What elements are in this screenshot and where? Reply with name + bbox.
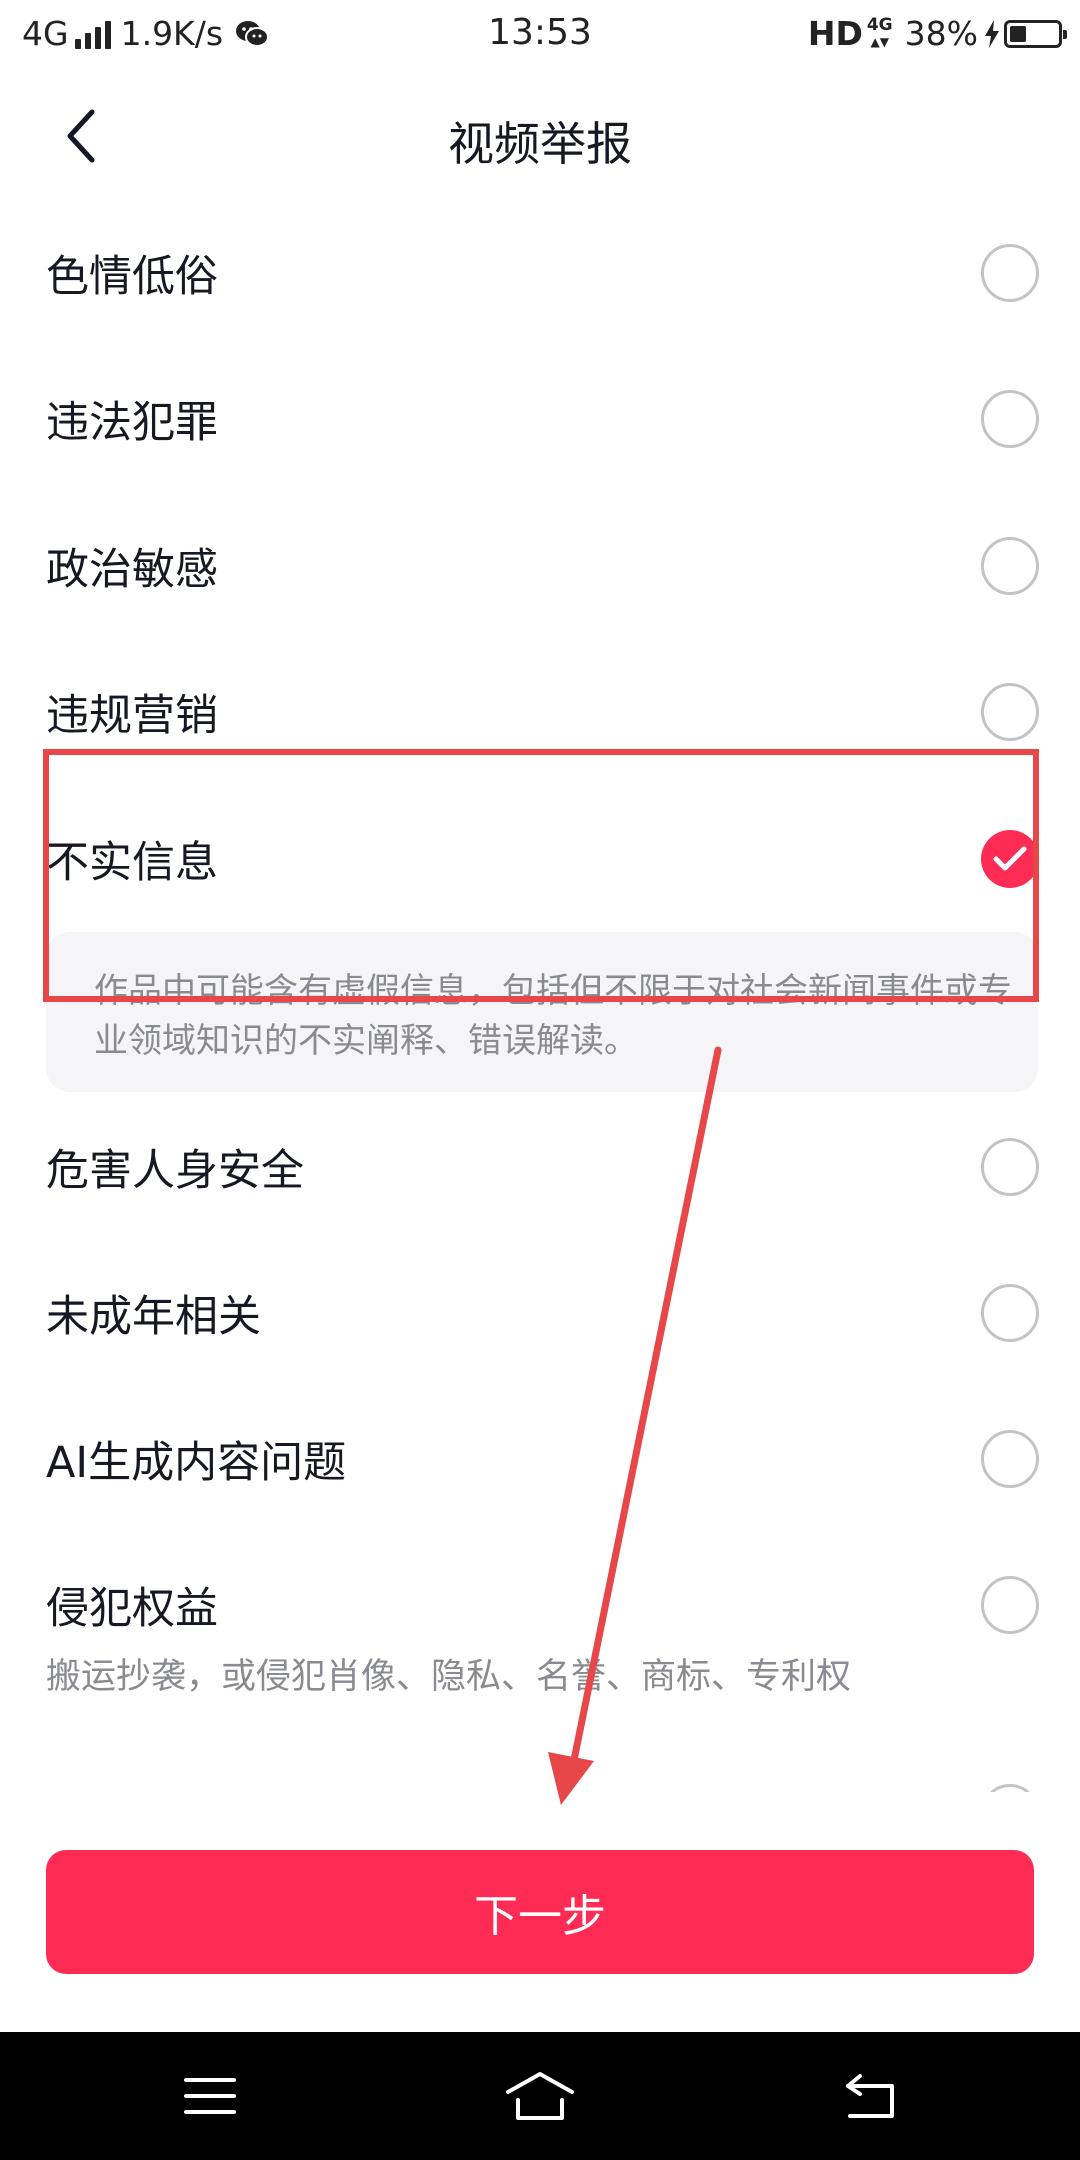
status-bar: 4G 1.9K/s 13:53 HD 4G ▲▼ 38% [0, 0, 1080, 76]
footer: 下一步 [0, 1792, 1080, 2032]
next-step-button[interactable]: 下一步 [46, 1850, 1034, 1974]
radio-button[interactable] [981, 1430, 1039, 1488]
reason-description-box: 作品中可能含有虚假信息，包括但不限于对社会新闻事件或专业领域知识的不实阐释、错误… [46, 932, 1038, 1092]
page-title: 视频举报 [448, 117, 632, 171]
hd-indicator: HD [807, 14, 863, 53]
radio-button[interactable] [981, 537, 1039, 595]
reason-item-marketing[interactable]: 违规营销 [0, 661, 1080, 761]
reason-item-ai-content[interactable]: AI生成内容问题 [0, 1408, 1080, 1508]
reason-item-safety[interactable]: 危害人身安全 [0, 1116, 1080, 1216]
battery-icon [1004, 19, 1067, 48]
check-icon [993, 846, 1027, 871]
reason-item-false-info[interactable]: 不实信息 [0, 808, 1080, 908]
reason-label: 色情低俗 [46, 252, 218, 302]
radio-button[interactable] [981, 390, 1039, 448]
reason-item-political[interactable]: 政治敏感 [0, 515, 1080, 615]
reason-label: 危害人身安全 [46, 1146, 304, 1196]
header: 视频举报 [0, 76, 1080, 196]
radio-button[interactable] [981, 1138, 1039, 1196]
reason-label: 政治敏感 [46, 545, 218, 595]
battery-fill [1010, 25, 1027, 42]
menu-icon [184, 2078, 236, 2114]
system-back-button[interactable] [820, 2060, 920, 2132]
back-icon [846, 2074, 894, 2118]
status-right: HD 4G ▲▼ 38% [807, 14, 1067, 53]
radio-button-checked[interactable] [981, 830, 1039, 888]
network-4g-indicator: 4G ▲▼ [866, 15, 893, 50]
radio-button[interactable] [981, 1284, 1039, 1342]
radio-button[interactable] [981, 244, 1039, 302]
reason-label: 违法犯罪 [46, 398, 218, 448]
home-button[interactable] [490, 2060, 590, 2132]
reason-label: 不实信息 [46, 838, 218, 888]
reason-item-crime[interactable]: 违法犯罪 [0, 368, 1080, 468]
reason-item-infringement[interactable]: 侵犯权益 搬运抄袭，或侵犯肖像、隐私、名誉、商标、专利权 [0, 1554, 1080, 1704]
radio-button[interactable] [981, 683, 1039, 741]
menu-button[interactable] [160, 2060, 260, 2132]
reason-label: 未成年相关 [46, 1292, 261, 1342]
reason-description: 作品中可能含有虚假信息，包括但不限于对社会新闻事件或专业领域知识的不实阐释、错误… [94, 971, 1012, 1061]
battery-percent: 38% [904, 14, 978, 53]
radio-button[interactable] [981, 1576, 1039, 1634]
reason-item-minors[interactable]: 未成年相关 [0, 1262, 1080, 1362]
reason-label: 违规营销 [46, 691, 218, 741]
reason-label: AI生成内容问题 [46, 1438, 347, 1488]
system-nav-bar [0, 2032, 1080, 2160]
network-4g-label: 4G [866, 15, 893, 35]
reason-item-porn[interactable]: 色情低俗 [0, 222, 1080, 322]
charging-icon [985, 19, 999, 48]
reason-label: 侵犯权益 [46, 1584, 218, 1634]
home-icon [506, 2072, 574, 2120]
reason-subtitle: 搬运抄袭，或侵犯肖像、隐私、名誉、商标、专利权 [46, 1657, 852, 1697]
